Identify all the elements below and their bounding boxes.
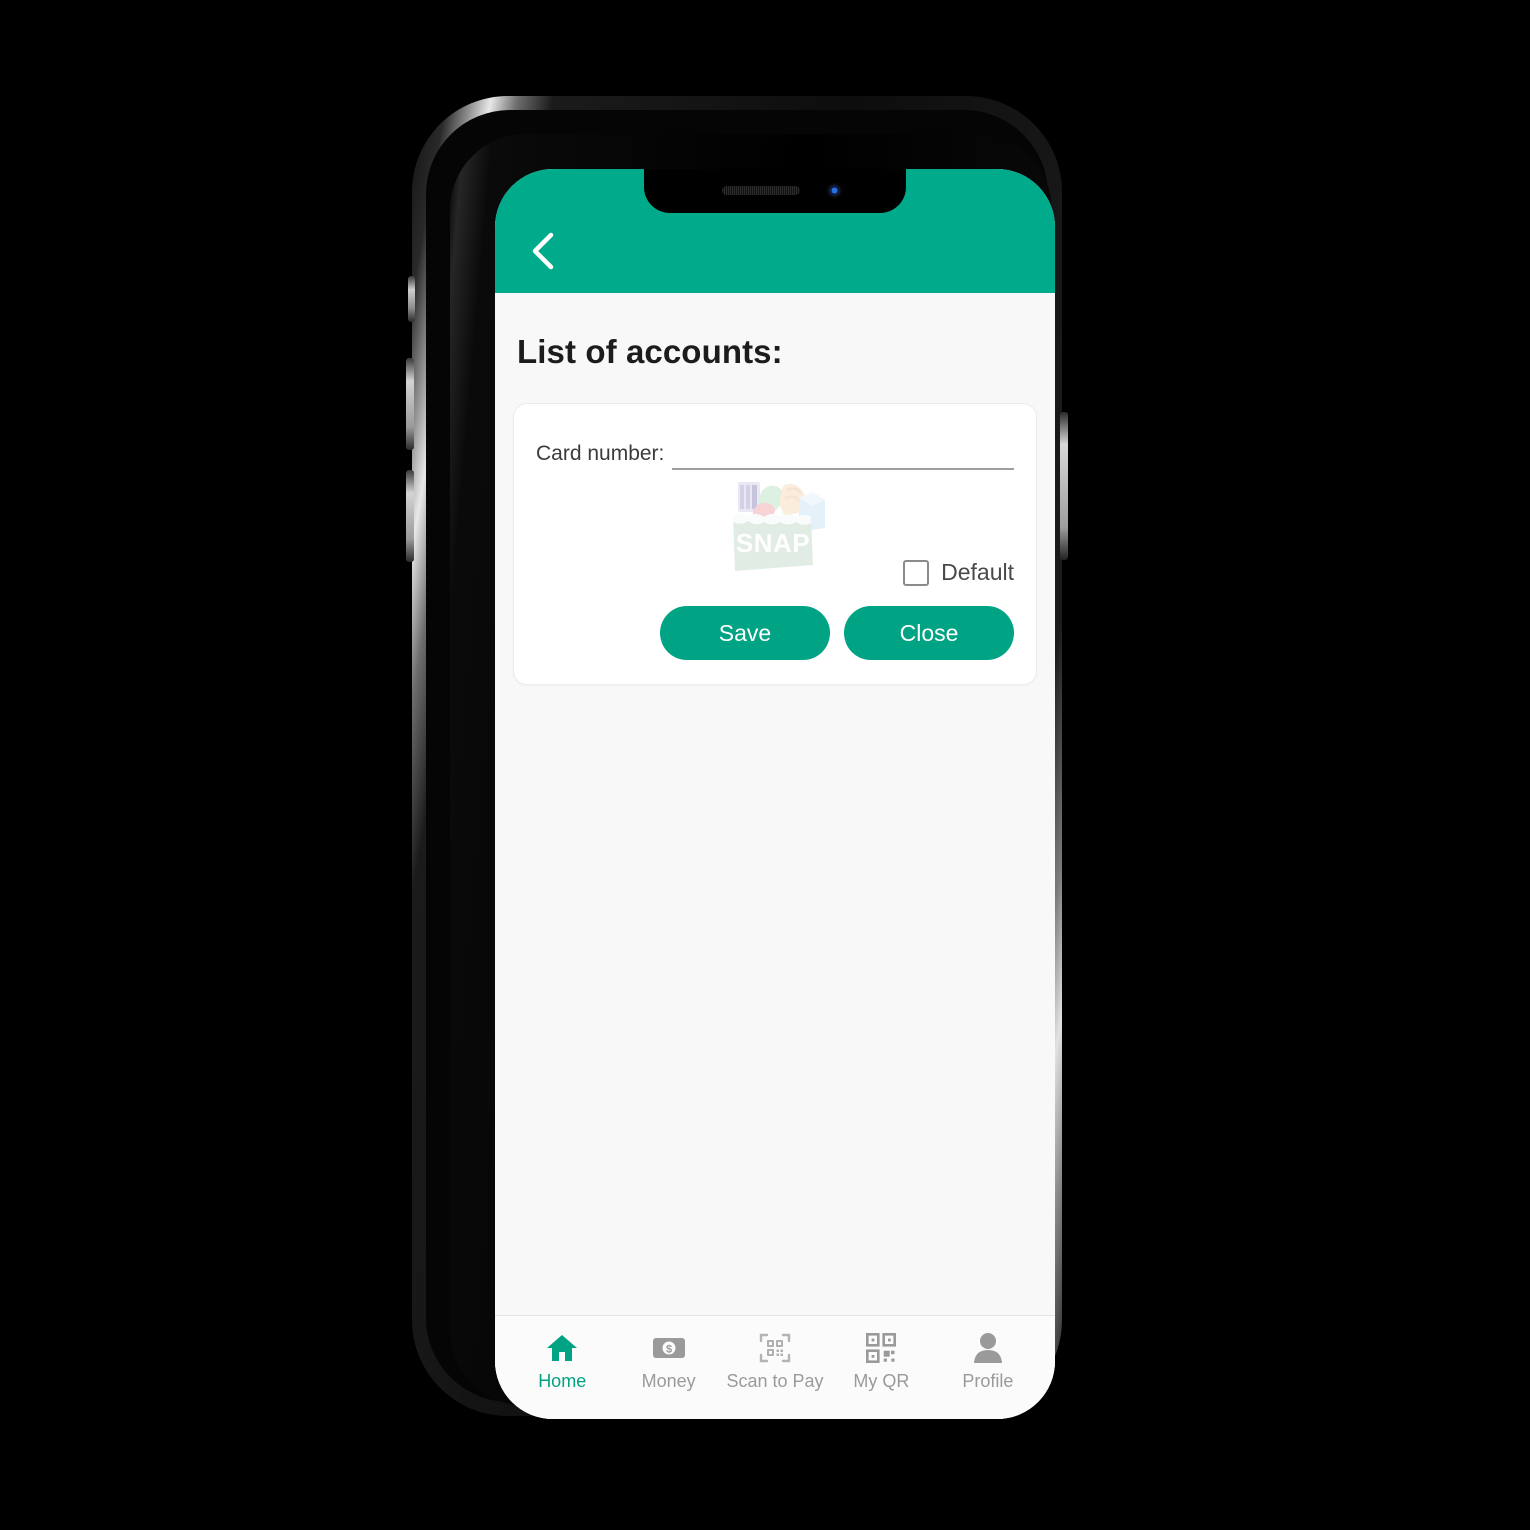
phone-screen: List of accounts: Card number: SNAP Defa… [495, 169, 1055, 1419]
app-content-area: List of accounts: Card number: SNAP Defa… [495, 293, 1055, 1419]
nav-label-scan-to-pay: Scan to Pay [726, 1371, 824, 1391]
account-card: Card number: SNAP Default Save Close [513, 403, 1037, 685]
svg-text:$: $ [666, 1344, 672, 1356]
card-action-buttons: Save Close [536, 606, 1014, 660]
volume-up-button[interactable] [406, 358, 414, 450]
qr-code-icon [865, 1331, 897, 1365]
qr-scan-icon [759, 1331, 791, 1365]
nav-item-my-qr[interactable]: My QR [828, 1331, 934, 1392]
device-notch [644, 169, 906, 213]
person-icon [973, 1331, 1003, 1365]
power-button[interactable] [1060, 412, 1068, 560]
save-button[interactable]: Save [660, 606, 830, 660]
card-number-row: Card number: [536, 434, 1014, 470]
default-checkbox-label: Default [941, 559, 1014, 585]
phone-inner-frame: List of accounts: Card number: SNAP Defa… [426, 110, 1055, 1419]
front-camera-icon [826, 182, 843, 199]
nav-item-home[interactable]: Home [509, 1331, 615, 1392]
back-button[interactable] [515, 223, 571, 279]
home-icon [546, 1331, 578, 1365]
mute-switch-button[interactable] [408, 276, 415, 322]
nav-label-profile: Profile [962, 1371, 1014, 1391]
phone-device-frame: List of accounts: Card number: SNAP Defa… [406, 96, 1068, 1419]
snap-logo: SNAP [721, 476, 829, 581]
card-number-input[interactable] [672, 434, 1014, 470]
nav-item-profile[interactable]: Profile [935, 1331, 1041, 1392]
chevron-left-icon [526, 231, 560, 271]
bottom-navigation-bar: Home $ Money Scan to Pay My QR Profile [495, 1315, 1055, 1419]
phone-bezel: List of accounts: Card number: SNAP Defa… [450, 134, 1055, 1419]
nav-item-scan-to-pay[interactable]: Scan to Pay [722, 1331, 828, 1392]
screenshot-stage: List of accounts: Card number: SNAP Defa… [0, 0, 1530, 1530]
close-button[interactable]: Close [844, 606, 1014, 660]
svg-text:SNAP: SNAP [736, 528, 810, 558]
nav-item-money[interactable]: $ Money [615, 1331, 721, 1392]
nav-label-money: Money [641, 1371, 696, 1391]
default-checkbox[interactable] [903, 559, 930, 586]
banknote-icon: $ [652, 1331, 686, 1365]
nav-label-home: Home [538, 1371, 587, 1391]
volume-down-button[interactable] [406, 470, 414, 562]
earpiece-speaker-icon [722, 186, 800, 195]
card-number-label: Card number: [536, 442, 665, 465]
nav-label-my-qr: My QR [853, 1371, 910, 1391]
page-title: List of accounts: [517, 333, 783, 370]
card-number-input-wrap [672, 434, 1014, 470]
